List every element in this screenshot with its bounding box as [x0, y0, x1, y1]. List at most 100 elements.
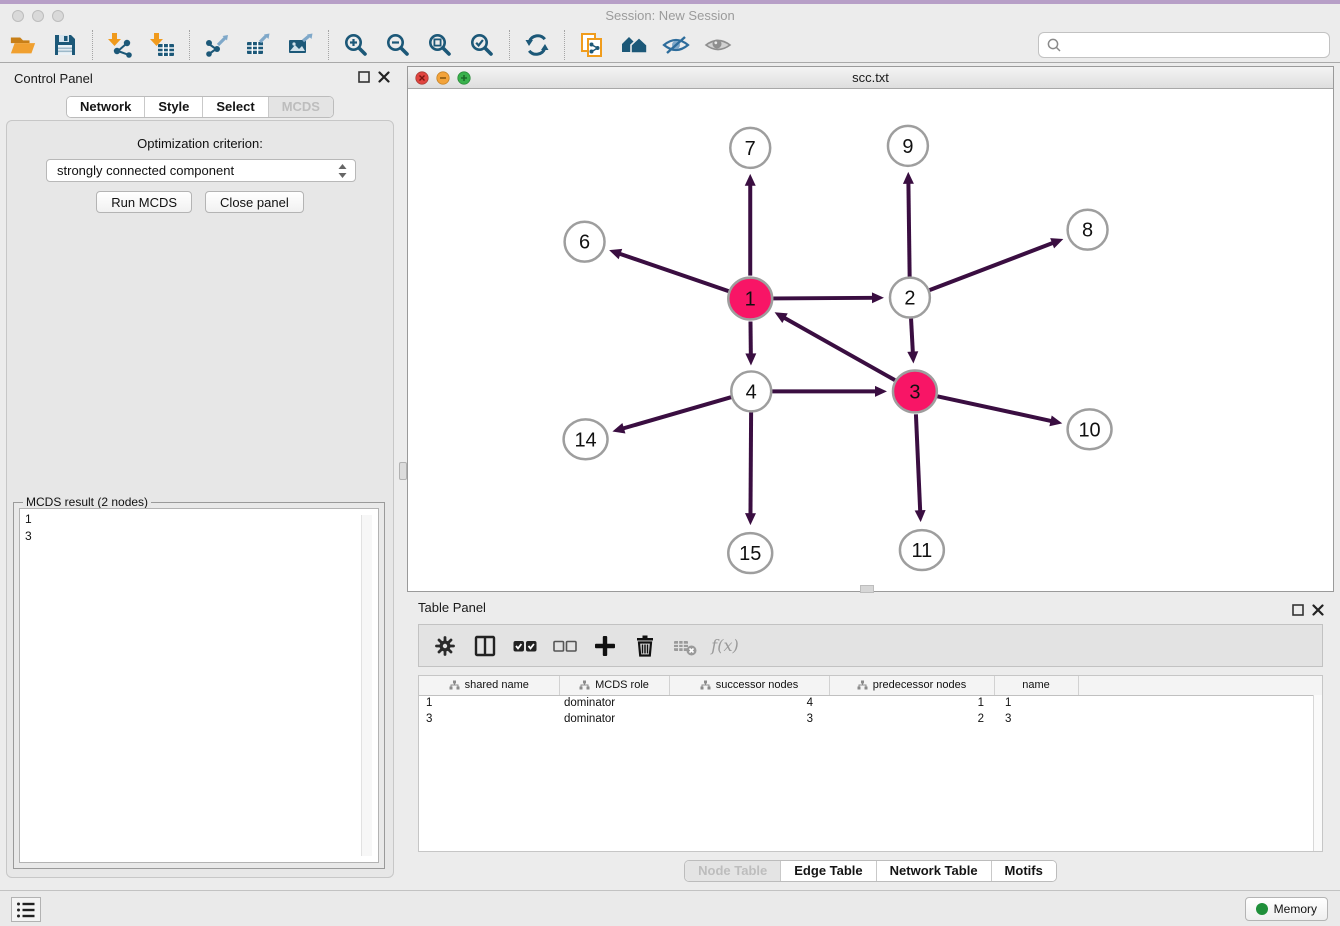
column-header-shared-name[interactable]: shared name	[419, 676, 559, 695]
graph-edge-1-2[interactable]	[773, 298, 874, 299]
panel-divider-handle[interactable]	[399, 462, 407, 480]
maximize-network-button[interactable]	[457, 71, 471, 85]
show-graphics-button[interactable]	[701, 29, 735, 61]
maximize-window-button[interactable]	[52, 10, 64, 22]
graph-node-label: 4	[746, 381, 757, 403]
export-image-button[interactable]	[284, 29, 318, 61]
zoom-fit-button[interactable]	[423, 29, 457, 61]
zoom-selected-button[interactable]	[465, 29, 499, 61]
search-field[interactable]	[1038, 32, 1330, 58]
mcds-result-text[interactable]: 1 3	[19, 508, 379, 863]
criterion-value: strongly connected component	[57, 163, 234, 178]
clone-network-button[interactable]	[575, 29, 609, 61]
close-window-button[interactable]	[12, 10, 24, 22]
delete-column-button[interactable]	[671, 632, 699, 660]
criterion-dropdown[interactable]: strongly connected component	[46, 159, 356, 182]
minimize-window-button[interactable]	[32, 10, 44, 22]
select-all-columns-button[interactable]	[511, 632, 539, 660]
table-header-row: shared name MCDS r	[419, 676, 1322, 695]
close-table-panel-icon[interactable]	[1312, 604, 1324, 616]
close-network-button[interactable]	[415, 71, 429, 85]
column-header-name[interactable]: name	[994, 676, 1078, 695]
graph-node-14[interactable]: 14	[564, 419, 608, 459]
tab-mcds[interactable]: MCDS	[268, 97, 333, 117]
hide-details-button[interactable]	[659, 29, 693, 61]
network-window-titlebar[interactable]: scc.txt	[408, 67, 1333, 89]
export-image-icon	[287, 32, 315, 58]
export-network-button[interactable]	[200, 29, 234, 61]
column-header-mcds-role[interactable]: MCDS role	[559, 676, 669, 695]
table-row[interactable]: 1 dominator 4 1 1	[419, 695, 1322, 711]
tab-network[interactable]: Network	[67, 97, 144, 117]
network-graph[interactable]: 7 9 6 8 1 2 4 3 14 10 15 11	[408, 90, 1333, 591]
column-header-successor-nodes[interactable]: successor nodes	[669, 676, 829, 695]
graph-node-3[interactable]: 3	[893, 370, 937, 412]
network-resize-handle[interactable]	[860, 585, 874, 593]
mcds-result-group: MCDS result (2 nodes) 1 3	[13, 502, 385, 869]
graph-node-6[interactable]: 6	[565, 222, 605, 262]
float-panel-icon[interactable]	[358, 71, 370, 83]
graph-node-10[interactable]: 10	[1068, 409, 1112, 449]
graph-edge-2-3[interactable]	[911, 319, 913, 354]
add-row-button[interactable]	[591, 632, 619, 660]
graph-edge-arrowhead	[875, 386, 887, 397]
show-column-button[interactable]	[471, 632, 499, 660]
run-mcds-button[interactable]: Run MCDS	[96, 191, 192, 213]
plus-icon	[592, 633, 618, 659]
tab-style[interactable]: Style	[144, 97, 202, 117]
graph-edge-2-8[interactable]	[929, 243, 1054, 291]
deselect-all-columns-button[interactable]	[551, 632, 579, 660]
close-panel-button[interactable]: Close panel	[205, 191, 304, 213]
refresh-view-button[interactable]	[520, 29, 554, 61]
graph-edge-3-11[interactable]	[916, 414, 920, 512]
import-network-button[interactable]	[103, 29, 137, 61]
graph-edge-4-14[interactable]	[622, 397, 731, 429]
export-table-button[interactable]	[242, 29, 276, 61]
tab-select[interactable]: Select	[202, 97, 267, 117]
tab-edge-table[interactable]: Edge Table	[780, 861, 875, 881]
close-panel-icon[interactable]	[378, 71, 390, 83]
graph-node-2[interactable]: 2	[890, 278, 930, 318]
graph-node-7[interactable]: 7	[730, 128, 770, 168]
graph-node-15[interactable]: 15	[728, 533, 772, 573]
graph-node-11[interactable]: 11	[900, 530, 944, 570]
result-scrollbar[interactable]	[361, 515, 372, 856]
graph-edge-1-6[interactable]	[619, 253, 729, 291]
window-controls	[12, 10, 64, 22]
graph-node-1[interactable]: 1	[728, 278, 772, 320]
graph-edge-2-9[interactable]	[908, 182, 909, 277]
graph-edge-3-1[interactable]	[783, 317, 895, 380]
list-icon	[14, 899, 38, 921]
import-table-button[interactable]	[145, 29, 179, 61]
graph-edge-4-15[interactable]	[750, 412, 751, 515]
save-session-button[interactable]	[48, 29, 82, 61]
delete-row-button[interactable]	[631, 632, 659, 660]
tab-node-table[interactable]: Node Table	[685, 861, 780, 881]
graph-edge-3-10[interactable]	[937, 396, 1052, 421]
graph-node-8[interactable]: 8	[1068, 210, 1108, 250]
tree-icon	[449, 680, 460, 690]
zoom-out-button[interactable]	[381, 29, 415, 61]
split-columns-icon	[472, 633, 498, 659]
memory-button[interactable]: Memory	[1245, 897, 1328, 921]
table-row[interactable]: 3 dominator 3 2 3	[419, 711, 1322, 727]
tab-motifs[interactable]: Motifs	[991, 861, 1056, 881]
minimize-network-button[interactable]	[436, 71, 450, 85]
open-session-button[interactable]	[6, 29, 40, 61]
mcds-result-title: MCDS result (2 nodes)	[23, 495, 151, 509]
network-canvas[interactable]: 7 9 6 8 1 2 4 3 14 10 15 11	[408, 90, 1333, 591]
search-input[interactable]	[1067, 35, 1329, 55]
table-options-button[interactable]	[431, 632, 459, 660]
table-scrollbar[interactable]	[1313, 695, 1322, 851]
tab-network-table[interactable]: Network Table	[876, 861, 991, 881]
reset-view-button[interactable]	[617, 29, 651, 61]
graph-node-9[interactable]: 9	[888, 126, 928, 166]
apply-function-button[interactable]: f(x)	[711, 632, 739, 660]
graph-node-4[interactable]: 4	[731, 371, 771, 411]
graph-edge-arrowhead	[903, 172, 914, 184]
column-header-predecessor-nodes[interactable]: predecessor nodes	[829, 676, 994, 695]
zoom-in-button[interactable]	[339, 29, 373, 61]
column-header-filler	[1078, 676, 1322, 695]
float-table-panel-icon[interactable]	[1292, 604, 1304, 616]
task-history-button[interactable]	[11, 897, 41, 922]
